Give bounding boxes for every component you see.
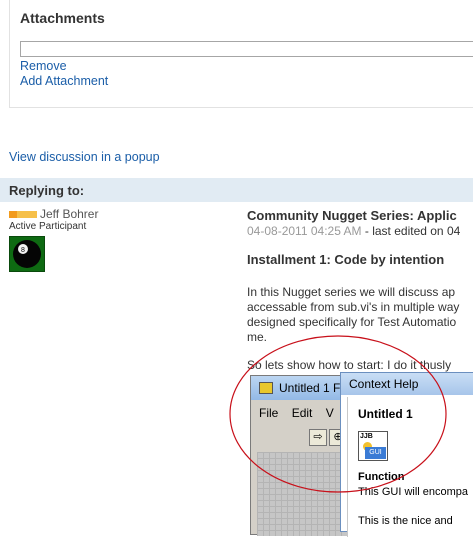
labview-menu-edit: Edit — [291, 406, 313, 420]
post-body-line: accessable from sub.vi's in multiple way — [247, 300, 460, 314]
rank-segment — [9, 211, 17, 218]
remove-attachment-link[interactable]: Remove — [20, 59, 67, 73]
vi-icon-label: GUI — [365, 447, 386, 459]
post-time: 04:25 AM — [310, 224, 362, 238]
context-help-more-text: This is the nice and — [358, 515, 453, 527]
attachment-file-input[interactable] — [20, 41, 473, 57]
post-body: In this Nugget series we will discuss ap… — [247, 285, 473, 345]
attachments-title: Attachments — [20, 10, 105, 26]
labview-app-icon — [259, 382, 273, 394]
view-discussion-popup-link[interactable]: View discussion in a popup — [9, 150, 160, 164]
author-rank: Active Participant — [9, 221, 87, 232]
author-name-link[interactable]: Jeff Bohrer — [40, 207, 98, 221]
post-lead-text: So lets show how to start: I do it thusl… — [247, 358, 452, 372]
add-attachment-link[interactable]: Add Attachment — [20, 74, 108, 88]
context-help-function-label: Function — [358, 471, 405, 483]
post-body-line: In this Nugget series we will discuss ap — [247, 285, 456, 299]
labview-window-title: Untitled 1 F — [279, 381, 341, 395]
post-meta: 04-08-2011 04:25 AM - last edited on 04 — [247, 224, 460, 238]
eight-ball-icon: 8 — [13, 240, 41, 268]
post-title[interactable]: Community Nugget Series: Applic — [247, 208, 457, 223]
post-heading: Installment 1: Code by intention — [247, 252, 445, 267]
labview-menu-file: File — [259, 406, 279, 420]
run-arrow-icon: ⇨ — [309, 429, 327, 446]
context-help-titlebar: Context Help — [341, 373, 473, 395]
context-help-title: Context Help — [349, 377, 419, 391]
replying-to-bar: Replying to: — [0, 178, 473, 202]
context-help-window-screenshot: Context Help Untitled 1 JJB GUI Function… — [340, 372, 473, 537]
replying-to-label: Replying to: — [9, 183, 85, 198]
svg-text:8: 8 — [21, 247, 25, 254]
avatar[interactable]: 8 — [9, 236, 45, 272]
rank-segment — [17, 211, 27, 218]
context-help-function-text: This GUI will encompa — [358, 486, 469, 498]
post-date: 04-08-2011 — [247, 224, 308, 238]
labview-front-panel-grid — [257, 452, 347, 536]
rank-segment — [27, 211, 37, 218]
context-help-vi-name: Untitled 1 — [358, 407, 413, 421]
rank-icon — [9, 211, 37, 218]
post-edited-note: - last edited on 04 — [364, 224, 461, 238]
vi-icon-tag: JJB — [360, 433, 373, 440]
post-body-line: designed specifically for Test Automatio — [247, 315, 457, 329]
context-help-body: Untitled 1 JJB GUI Function This GUI wil… — [347, 397, 473, 537]
labview-menu-view: V — [325, 406, 334, 420]
labview-menubar: File Edit V — [259, 406, 344, 420]
post-body-line: me. — [247, 330, 268, 344]
vi-gui-icon: JJB GUI — [358, 431, 388, 461]
